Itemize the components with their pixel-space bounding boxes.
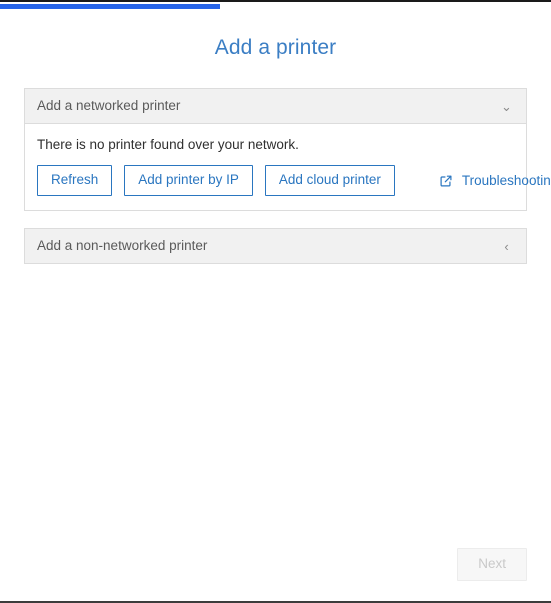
external-link-icon xyxy=(439,174,453,188)
troubleshooting-link[interactable]: Troubleshooting xyxy=(439,173,551,189)
page-title: Add a printer xyxy=(214,36,337,59)
add-printer-page: Add a printer Add a networked printer ⌄ … xyxy=(0,9,551,603)
panel-title-non-networked-printer: Add a non-networked printer xyxy=(37,238,208,253)
chevron-down-icon[interactable]: ⌄ xyxy=(500,100,513,113)
troubleshooting-label: Troubleshooting xyxy=(461,172,551,188)
add-printer-by-ip-button[interactable]: Add printer by IP xyxy=(124,165,253,196)
wizard-footer: Next xyxy=(457,548,527,581)
networked-printer-actions: Refresh Add printer by IP Add cloud prin… xyxy=(25,165,551,210)
chevron-left-icon[interactable]: ‹ xyxy=(500,240,513,253)
printer-accordion: Add a networked printer ⌄ There is no pr… xyxy=(24,88,551,264)
panel-header-non-networked-printer[interactable]: Add a non-networked printer ‹ xyxy=(25,229,526,263)
panel-title-networked-printer: Add a networked printer xyxy=(37,98,181,113)
add-cloud-printer-button[interactable]: Add cloud printer xyxy=(264,165,395,196)
next-button[interactable]: Next xyxy=(457,548,527,581)
panel-body-networked-printer: There is no printer found over your netw… xyxy=(25,123,551,210)
panel-non-networked-printer: Add a non-networked printer ‹ xyxy=(24,228,527,264)
panel-networked-printer: Add a networked printer ⌄ There is no pr… xyxy=(24,88,551,211)
no-printer-found-message: There is no printer found over your netw… xyxy=(37,137,299,152)
refresh-button[interactable]: Refresh xyxy=(37,165,113,196)
setup-progress-bar xyxy=(0,0,551,9)
panel-header-networked-printer[interactable]: Add a networked printer ⌄ xyxy=(25,89,526,123)
